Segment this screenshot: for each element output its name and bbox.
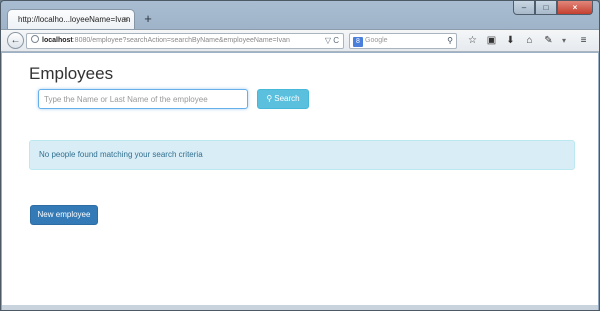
search-button-label: Search [274, 94, 300, 103]
menu-icon[interactable]: ≡ [574, 34, 593, 48]
page-content: Employees ⚲Search No people found matchi… [2, 53, 598, 305]
minimize-button[interactable]: – [513, 1, 535, 15]
tab-strip: http://localho...loyeeName=Ivan × + – □ … [1, 1, 599, 29]
extension-icon[interactable]: ✎ [539, 34, 558, 48]
new-tab-button[interactable]: + [141, 12, 155, 26]
browser-window: http://localho...loyeeName=Ivan × + – □ … [0, 0, 600, 311]
url-path: :8080/employee?searchAction=searchByName… [72, 37, 290, 44]
magnifier-icon[interactable]: ⚲ [447, 34, 453, 48]
browser-search-box[interactable]: 8 Google ⚲ [349, 33, 457, 49]
tab-title: http://localho...loyeeName=Ivan [18, 15, 131, 24]
search-engine-icon[interactable]: 8 [353, 37, 363, 47]
page-title: Employees [29, 64, 114, 83]
url-host: localhost [42, 37, 73, 44]
toolbar-icons: ☆ ▣ ⬇ ⌂ ✎ ▾ ≡ [463, 34, 593, 48]
browser-tab[interactable]: http://localho...loyeeName=Ivan × [7, 9, 135, 29]
browser-search-placeholder: Google [365, 37, 388, 44]
clipboard-icon[interactable]: ▣ [482, 34, 501, 48]
no-results-alert: No people found matching your search cri… [29, 140, 575, 170]
search-icon: ⚲ [266, 94, 273, 103]
status-bar [2, 305, 598, 310]
dropdown-icon[interactable]: ▾ [558, 34, 570, 48]
new-employee-button[interactable]: New employee [30, 205, 98, 225]
address-bar[interactable]: localhost:8080/employee?searchAction=sea… [26, 33, 344, 49]
employee-search-input[interactable] [38, 89, 248, 109]
close-window-button[interactable]: × [557, 1, 593, 15]
navigation-bar: ← localhost:8080/employee?searchAction=s… [1, 29, 599, 52]
close-tab-icon[interactable]: × [124, 10, 129, 29]
window-controls: – □ × [513, 1, 593, 15]
reload-icon[interactable]: ▽ C [325, 34, 339, 48]
download-icon[interactable]: ⬇ [501, 34, 520, 48]
star-icon[interactable]: ☆ [463, 34, 482, 48]
search-button[interactable]: ⚲ Search [257, 89, 309, 109]
maximize-button[interactable]: □ [535, 1, 557, 15]
home-icon[interactable]: ⌂ [520, 34, 539, 48]
back-button[interactable]: ← [7, 32, 24, 49]
globe-icon [31, 35, 39, 43]
